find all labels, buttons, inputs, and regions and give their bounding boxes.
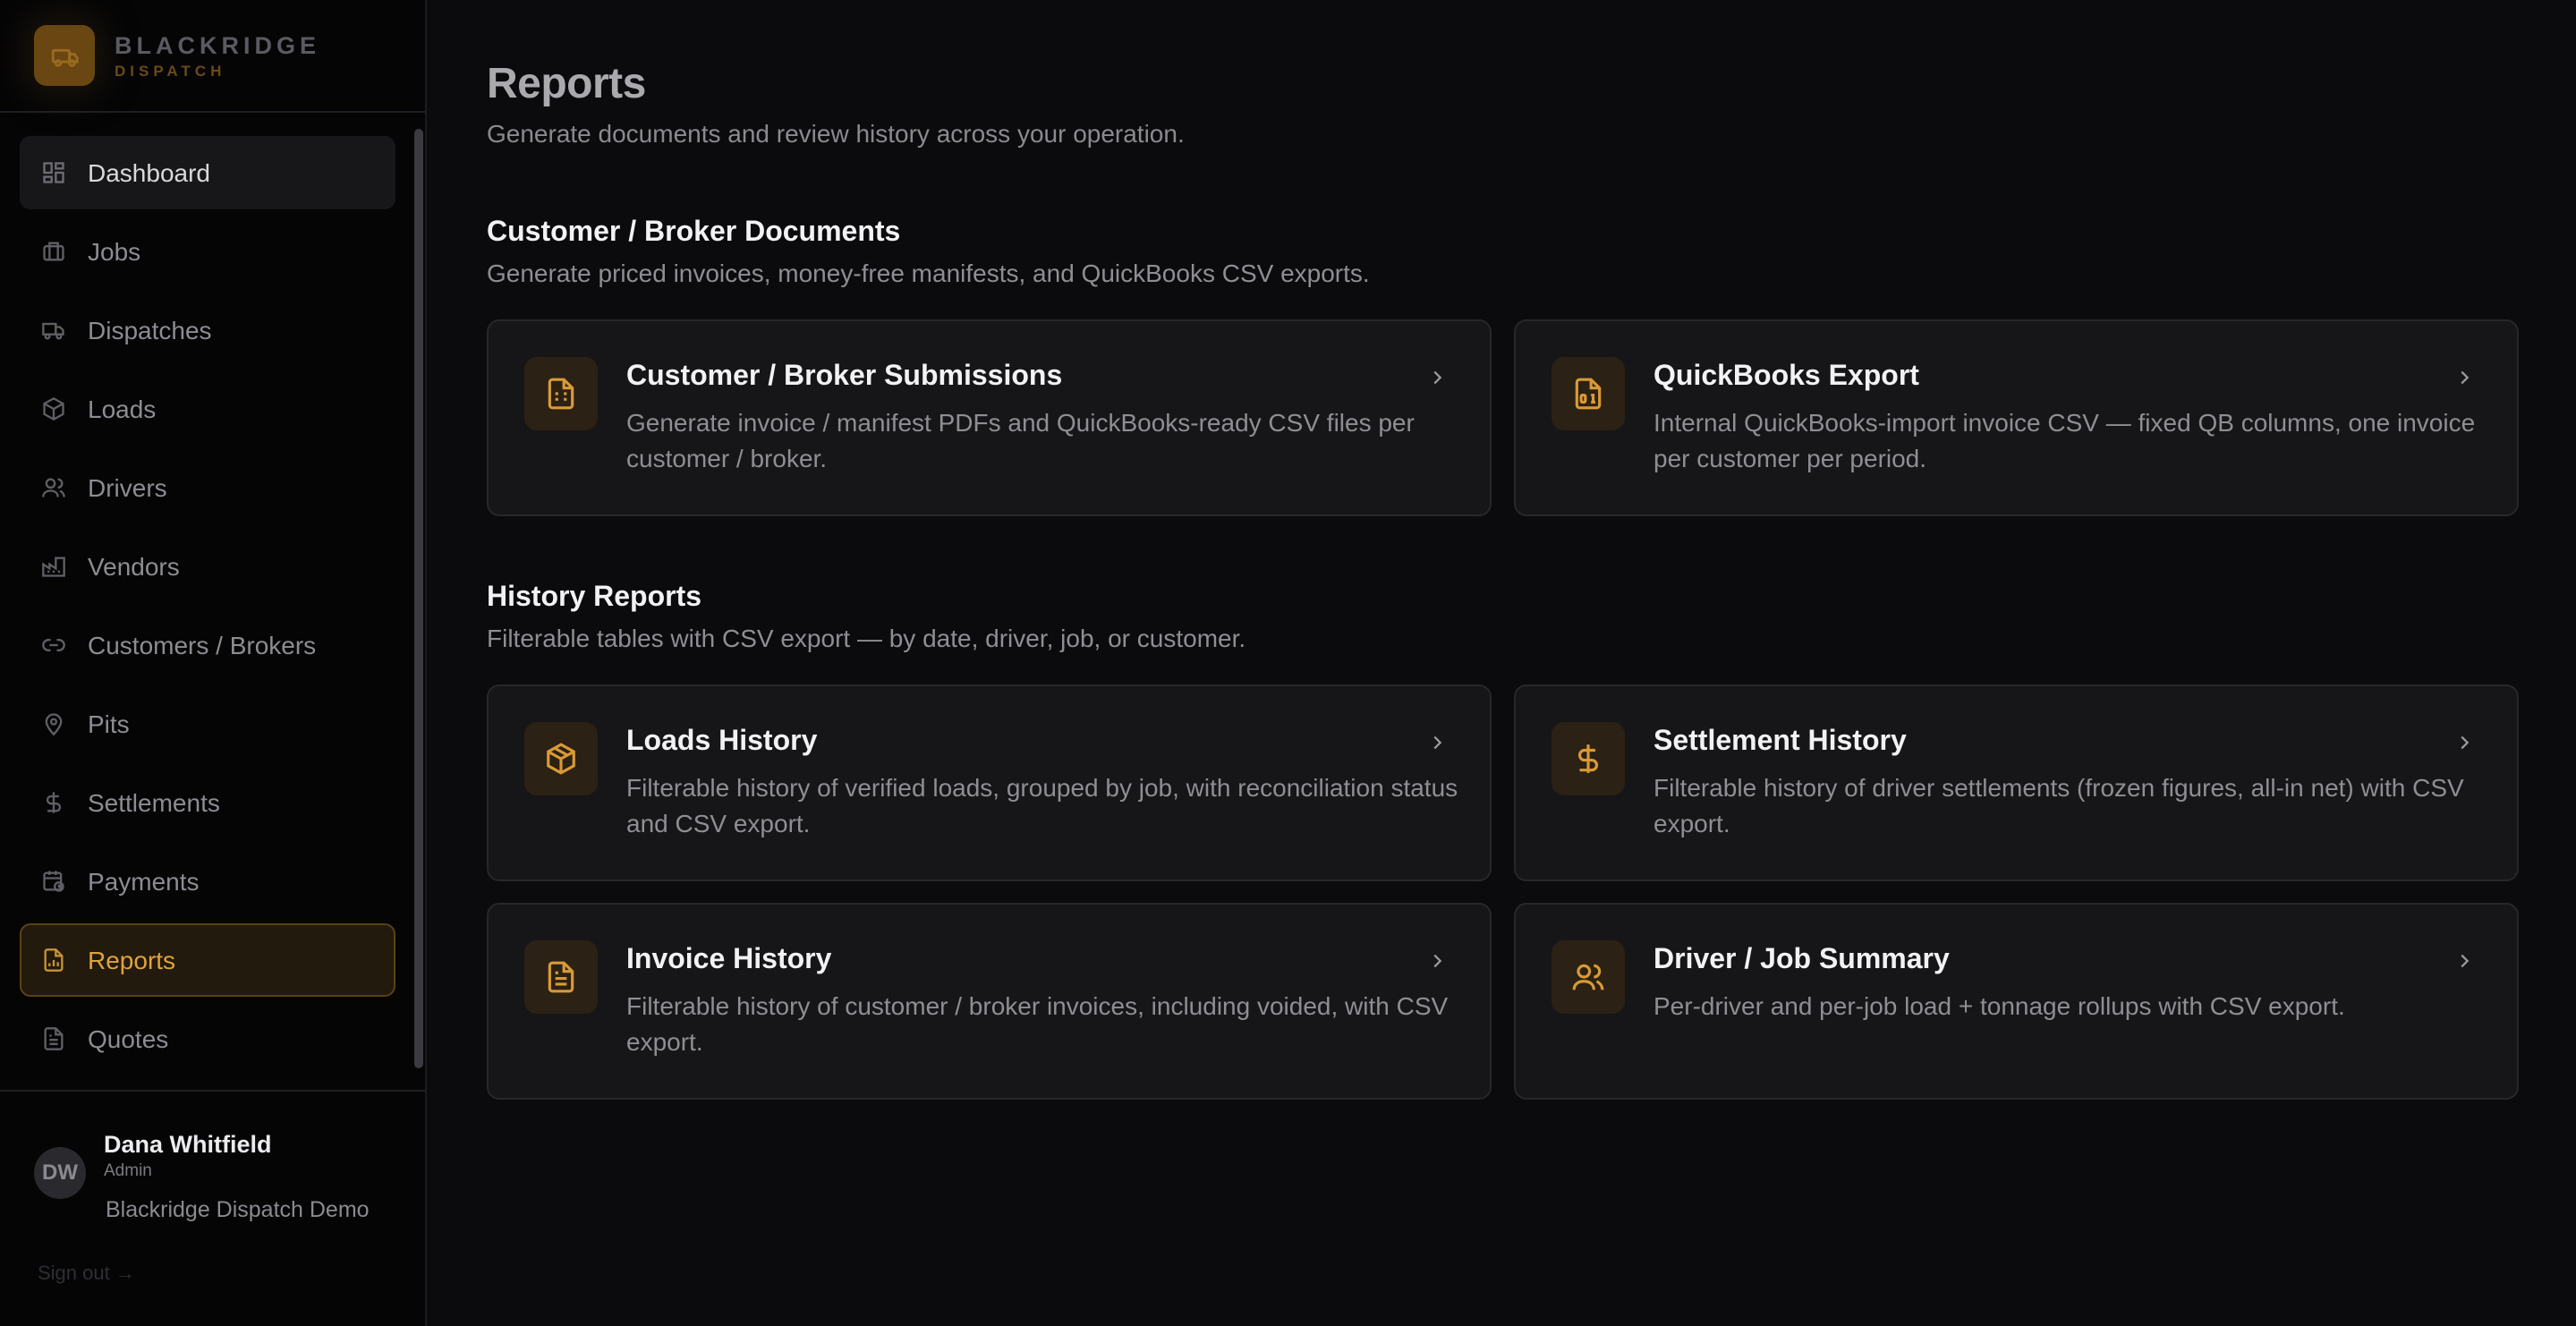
chevron-right-icon [2461,735,2470,750]
sidebar: BLACKRIDGE DISPATCH Dashboard Jobs Dispa… [0,0,427,1326]
factory-icon [42,557,65,577]
page-title: Reports [487,60,646,107]
truck-icon [42,322,64,340]
user-panel: DW Dana Whitfield Admin Blackridge Dispa… [0,1090,425,1326]
file-spreadsheet-icon [524,357,598,430]
dashboard-grid-icon [43,162,64,183]
sidebar-item-label: Customers / Brokers [88,632,317,659]
chevron-right-icon [2461,370,2470,385]
sidebar-item-dispatches[interactable]: Dispatches [20,293,395,367]
sidebar-item-quotes[interactable]: Quotes [20,1002,395,1075]
brand-name: BLACKRIDGE [115,32,320,59]
file-text-icon [44,1027,64,1050]
user-name: Dana Whitfield [104,1131,272,1158]
file-text-icon [524,940,598,1014]
file-chart-icon [44,948,64,972]
sidebar-item-label: Dashboard [88,159,210,187]
sidebar-item-settlements[interactable]: Settlements [20,766,395,839]
section-title-history: History Reports [487,580,702,612]
card-title: Loads History [626,724,818,756]
sidebar-item-label: Loads [88,395,157,423]
file-digit-icon [1552,357,1625,430]
user-role: Admin [104,1161,152,1180]
link-icon [42,639,65,651]
sidebar-item-label: Payments [88,868,200,896]
card-invoice-history[interactable]: Invoice History Filterable history of cu… [487,903,1492,1100]
section-subtitle-history: Filterable tables with CSV export — by d… [487,625,1246,652]
brand-subtitle: DISPATCH [115,63,226,80]
sidebar-item-label: Settlements [88,789,220,817]
sidebar-item-label: Quotes [88,1025,169,1053]
users-icon [1552,940,1625,1014]
sign-out-link[interactable]: Sign out → [38,1262,135,1285]
card-description: Internal QuickBooks-import invoice CSV —… [1654,409,2476,472]
dollar-icon [46,792,62,813]
sidebar-item-customers-brokers[interactable]: Customers / Brokers [20,608,395,682]
section-title-documents: Customer / Broker Documents [487,215,901,247]
sidebar-item-label: Jobs [88,238,141,266]
users-icon [42,478,65,497]
briefcase-icon [43,242,64,261]
chevron-right-icon [1433,954,1442,968]
calendar-clock-icon [43,871,64,892]
dollar-icon [1552,722,1625,795]
card-loads-history[interactable]: Loads History Filterable history of veri… [487,684,1492,881]
sidebar-item-reports[interactable]: Reports [20,923,395,997]
chevron-right-icon [1433,370,1442,385]
sidebar-item-label: Reports [88,947,176,974]
chevron-right-icon [2461,954,2470,968]
card-title: QuickBooks Export [1654,359,1919,391]
sidebar-item-label: Drivers [88,474,167,502]
organization-name: Blackridge Dispatch Demo [106,1197,370,1222]
card-settlement-history[interactable]: Settlement History Filterable history of… [1514,684,2519,881]
card-description: Filterable history of customer / broker … [626,992,1449,1056]
card-title: Settlement History [1654,724,1907,756]
sidebar-item-payments[interactable]: Payments [20,845,395,918]
avatar[interactable]: DW [34,1147,86,1199]
chevron-right-icon [1433,735,1442,750]
sidebar-item-dashboard[interactable]: Dashboard [20,136,395,209]
brand[interactable]: BLACKRIDGE DISPATCH [0,0,425,113]
sidebar-item-loads[interactable]: Loads [20,372,395,446]
sidebar-scrollbar[interactable] [414,129,423,1068]
package-icon [43,396,64,421]
sidebar-item-drivers[interactable]: Drivers [20,451,395,524]
brand-logo-icon [34,25,95,86]
card-description: Generate invoice / manifest PDFs and Qui… [626,409,1415,472]
card-description: Per-driver and per-job load + tonnage ro… [1654,992,2345,1020]
section-subtitle-documents: Generate priced invoices, money-free man… [487,259,1370,287]
page-subtitle: Generate documents and review history ac… [487,120,1185,148]
card-description: Filterable history of driver settlements… [1654,774,2464,837]
map-pin-icon [45,713,63,736]
package-icon [524,722,598,795]
card-description: Filterable history of verified loads, gr… [626,774,1458,837]
sidebar-item-vendors[interactable]: Vendors [20,530,395,603]
card-driver-job-summary[interactable]: Driver / Job Summary Per-driver and per-… [1514,903,2519,1100]
sidebar-item-label: Dispatches [88,317,212,344]
sidebar-item-label: Pits [88,710,130,738]
card-title: Driver / Job Summary [1654,942,1950,974]
card-title: Invoice History [626,942,832,974]
card-title: Customer / Broker Submissions [626,359,1063,391]
sidebar-item-label: Vendors [88,553,180,581]
sidebar-item-jobs[interactable]: Jobs [20,215,395,288]
sidebar-item-pits[interactable]: Pits [20,687,395,761]
card-customer-broker-submissions[interactable]: Customer / Broker Submissions Generate i… [487,319,1492,516]
card-quickbooks-export[interactable]: QuickBooks Export Internal QuickBooks-im… [1514,319,2519,516]
